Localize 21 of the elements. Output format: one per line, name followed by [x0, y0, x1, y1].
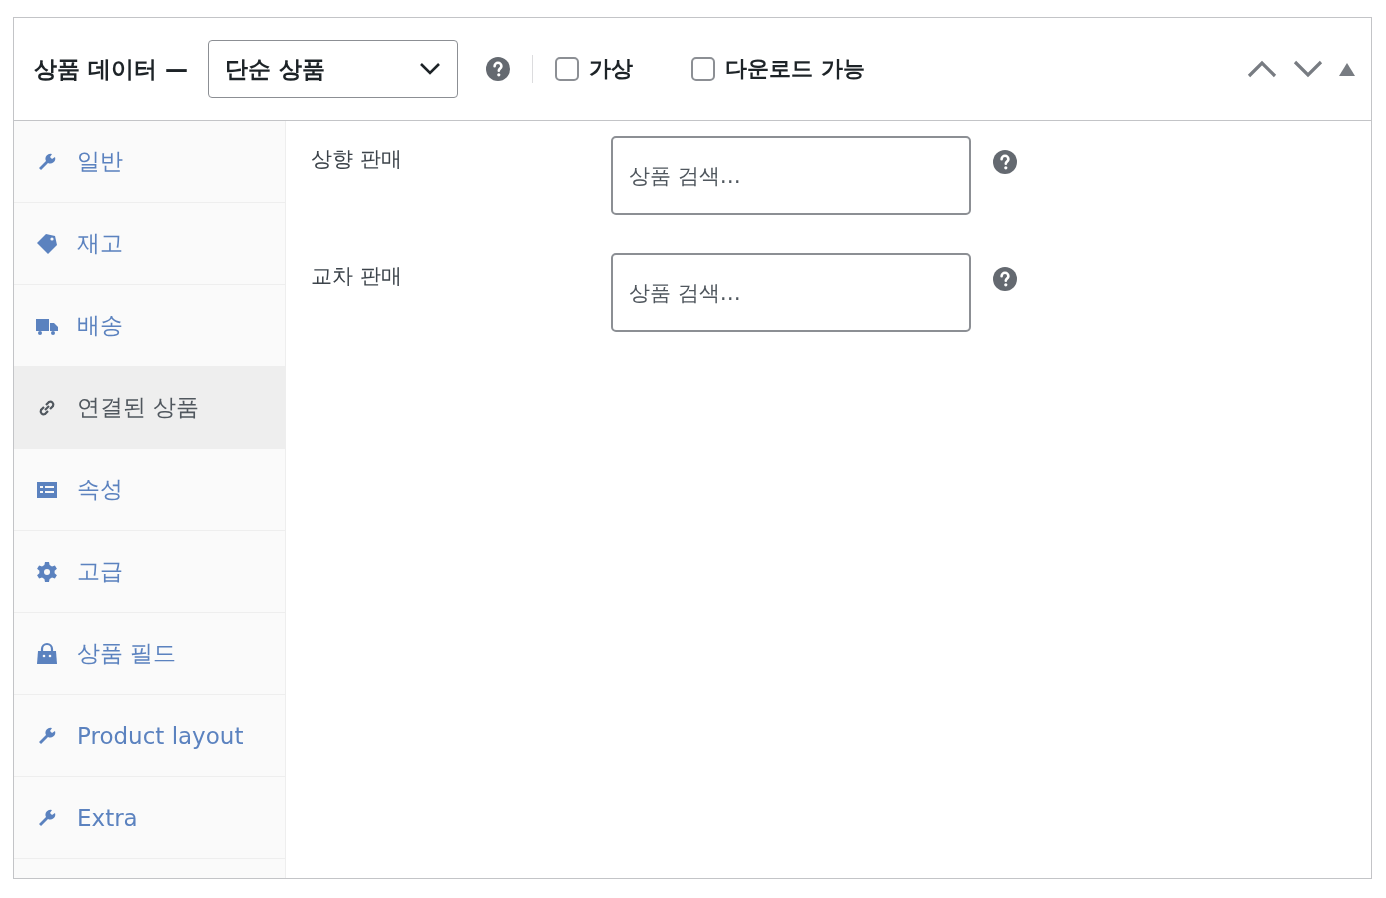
- panel-title: 상품 데이터 —: [34, 54, 188, 84]
- field-label: 상향 판매: [311, 146, 403, 173]
- field-label: 교차 판매: [311, 263, 403, 290]
- chevron-down-icon[interactable]: [1293, 60, 1323, 78]
- tag-icon: [35, 231, 59, 256]
- shopping-bag-icon: [35, 641, 59, 666]
- product-type-select[interactable]: 단순 상품: [208, 40, 458, 98]
- chevron-down-icon: [419, 62, 441, 76]
- help-icon[interactable]: [993, 150, 1017, 174]
- gear-icon: [35, 559, 59, 584]
- sidebar-tab[interactable]: 연결된 상품: [14, 367, 285, 449]
- checkbox-label[interactable]: 가상: [555, 54, 633, 84]
- checkbox[interactable]: [691, 57, 715, 81]
- help-icon[interactable]: [993, 267, 1017, 291]
- chevron-up-icon[interactable]: [1247, 60, 1277, 78]
- product-search-field[interactable]: 상품 검색…: [611, 253, 971, 332]
- help-icon[interactable]: [486, 57, 510, 81]
- checkbox[interactable]: [555, 57, 579, 81]
- collapse-triangle-icon[interactable]: [1339, 62, 1355, 76]
- product-search-field[interactable]: 상품 검색…: [611, 136, 971, 215]
- checkbox-label[interactable]: 다운로드 가능: [691, 54, 865, 84]
